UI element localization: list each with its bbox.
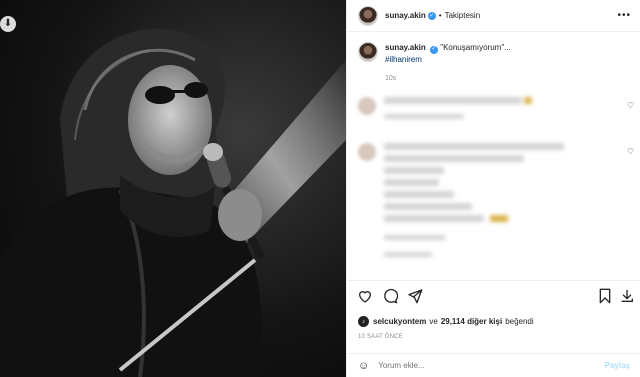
post-comment-button[interactable]: Paylaş <box>605 361 630 370</box>
comment-like-heart-icon[interactable]: ♡ <box>627 101 634 110</box>
post-photo[interactable]: ⬇ <box>0 0 346 377</box>
likes-suffix: beğendi <box>505 317 534 326</box>
likes-count[interactable]: 29,114 diğer kişi <box>441 317 502 326</box>
author-avatar[interactable] <box>358 5 378 26</box>
liker-avatar[interactable]: ♪ <box>358 316 369 327</box>
emoji-icon[interactable]: ☺ <box>358 360 369 372</box>
caption-text: "Konuşamıyorum"... <box>440 43 511 52</box>
comment-icon[interactable] <box>380 286 400 306</box>
download-icon[interactable]: ⬇ <box>0 16 16 32</box>
post-side-panel: sunay.akin ✓ • Takiptesin ••• sunay.akin… <box>346 0 640 377</box>
heart-icon[interactable] <box>355 286 375 306</box>
comment-blurred: ♡ <box>358 143 638 262</box>
verified-badge-icon: ✓ <box>427 11 436 20</box>
caption-hashtag[interactable]: #ilhanirem <box>385 54 511 65</box>
download-glyph: ⬇ <box>3 18 13 29</box>
post-caption: sunay.akin ✓ "Konuşamıyorum"... #ilhanir… <box>358 42 511 84</box>
download-post-icon[interactable] <box>617 286 637 306</box>
caption-timestamp: 10s <box>385 74 397 82</box>
header-separator: • <box>438 11 442 20</box>
caption-verified-badge-icon: ✓ <box>430 45 438 54</box>
caption-username[interactable]: sunay.akin <box>385 43 426 52</box>
more-options-icon[interactable]: ••• <box>617 10 631 21</box>
post-timestamp[interactable]: 10 SAAT ÖNCE <box>358 334 403 340</box>
action-bar <box>355 286 635 306</box>
post-header: sunay.akin ✓ • Takiptesin ••• <box>347 0 640 32</box>
likes-connector: ve <box>429 317 438 326</box>
comment-like-heart-icon[interactable]: ♡ <box>627 147 634 156</box>
add-comment-bar: ☺ Paylaş <box>347 353 640 377</box>
likes-summary: ♪ selcukyontem ve 29,114 diğer kişi beğe… <box>358 316 537 327</box>
commenter-avatar <box>358 97 376 115</box>
caption-body: sunay.akin ✓ "Konuşamıyorum"... #ilhanir… <box>385 42 511 84</box>
send-icon[interactable] <box>405 286 425 306</box>
following-status-button[interactable]: Takiptesin <box>445 11 481 20</box>
actions-divider <box>347 280 640 281</box>
bookmark-icon[interactable] <box>595 286 615 306</box>
comment-blurred: ♡ <box>358 97 638 124</box>
singer-photo-illustration <box>0 28 346 377</box>
first-liker-username[interactable]: selcukyontem <box>373 317 426 326</box>
post-modal: ⬇ sunay.akin ✓ • Takiptesin ••• sunay.ak… <box>0 0 640 377</box>
author-username[interactable]: sunay.akin <box>385 11 426 20</box>
commenter-avatar <box>358 143 376 161</box>
comment-input[interactable] <box>378 361 579 370</box>
caption-author-avatar[interactable] <box>358 42 378 62</box>
